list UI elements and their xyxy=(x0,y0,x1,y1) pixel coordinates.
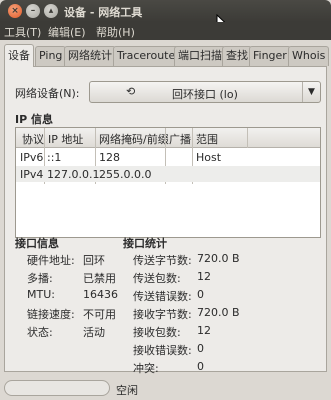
multicast-label: 多播: xyxy=(27,272,53,285)
multicast-value: 已禁用 xyxy=(83,272,116,285)
rx-packets-value: 12 xyxy=(197,324,211,337)
link-speed-value: 不可用 xyxy=(83,308,116,321)
maximize-window-button[interactable]: ▴ xyxy=(44,4,58,18)
collisions-value: 0 xyxy=(197,360,204,373)
mtu-label: MTU: xyxy=(27,288,55,301)
menu-help[interactable]: 帮助(H) xyxy=(96,24,135,40)
network-device-select[interactable]: ⟲ 回环接口 (lo) ▼ xyxy=(89,81,321,103)
tab-netstat[interactable]: 网络统计 xyxy=(64,46,116,66)
window-title: 设备 - 网络工具 xyxy=(64,6,143,19)
state-label: 状态: xyxy=(27,326,53,339)
tab-strip: 设备 Ping 网络统计 Traceroute 端口扫描 查找 Finger W… xyxy=(4,44,330,67)
rx-errors-label: 接收错误数: xyxy=(133,344,192,357)
cell-protocol: IPv4 xyxy=(20,168,44,181)
interface-stats-title: 接口统计 xyxy=(123,237,167,250)
menu-tools[interactable]: 工具(T) xyxy=(4,24,41,40)
device-panel: 网络设备(N): ⟲ 回环接口 (lo) ▼ IP 信息 协议 IP 地址 网络… xyxy=(4,66,327,375)
device-label: 网络设备(N): xyxy=(15,87,80,100)
loopback-icon: ⟲ xyxy=(126,85,136,98)
tx-errors-value: 0 xyxy=(197,288,204,301)
status-text: 空闲 xyxy=(116,384,138,397)
rx-packets-label: 接收包数: xyxy=(133,326,181,339)
cell-ip: ::1 xyxy=(47,151,62,164)
tab-finger[interactable]: Finger xyxy=(249,46,291,66)
chevron-down-icon[interactable]: ▼ xyxy=(302,82,320,102)
ip-info-table: 协议 IP 地址 网络掩码/前缀 广播 范围 IPv6 ::1 128 Host… xyxy=(15,127,321,238)
tab-whois[interactable]: Whois xyxy=(288,46,330,66)
cell-netmask: 255.0.0.0 xyxy=(99,168,152,181)
tx-bytes-label: 传送字节数: xyxy=(133,254,192,267)
minimize-window-button[interactable]: – xyxy=(26,4,40,18)
rx-errors-value: 0 xyxy=(197,342,204,355)
column-header-netmask[interactable]: 网络掩码/前缀 xyxy=(99,131,169,147)
column-header-scope[interactable]: 范围 xyxy=(196,131,218,147)
interface-info-title: 接口信息 xyxy=(15,237,59,250)
status-bar: 空闲 xyxy=(0,376,331,400)
close-window-button[interactable]: × xyxy=(8,4,22,18)
hw-address-value: 回环 xyxy=(83,254,105,267)
tx-packets-value: 12 xyxy=(197,270,211,283)
tx-packets-label: 传送包数: xyxy=(133,272,181,285)
mtu-value: 16436 xyxy=(83,288,118,301)
tab-port-scan[interactable]: 端口扫描 xyxy=(174,46,226,66)
menu-edit[interactable]: 编辑(E) xyxy=(48,24,86,40)
table-header: 协议 IP 地址 网络掩码/前缀 广播 范围 xyxy=(16,128,320,148)
column-header-ip[interactable]: IP 地址 xyxy=(48,131,83,147)
rx-bytes-value: 720.0 B xyxy=(197,306,240,319)
link-speed-label: 链接速度: xyxy=(27,308,75,321)
collisions-label: 冲突: xyxy=(133,362,159,375)
tx-errors-label: 传送错误数: xyxy=(133,290,192,303)
cell-scope: Host xyxy=(196,151,222,164)
title-bar: × – ▴ 设备 - 网络工具 xyxy=(0,0,331,22)
network-device-value: 回环接口 (lo) xyxy=(172,88,238,101)
tx-bytes-value: 720.0 B xyxy=(197,252,240,265)
tab-ping[interactable]: Ping xyxy=(35,46,67,66)
state-value: 活动 xyxy=(83,326,105,339)
menu-bar: 工具(T) 编辑(E) 帮助(H) xyxy=(0,22,331,40)
tab-traceroute[interactable]: Traceroute xyxy=(113,46,180,66)
ip-info-title: IP 信息 xyxy=(15,113,53,126)
hw-address-label: 硬件地址: xyxy=(27,254,75,267)
rx-bytes-label: 接收字节数: xyxy=(133,308,192,321)
tab-lookup[interactable]: 查找 xyxy=(222,46,252,66)
cell-protocol: IPv6 xyxy=(20,151,44,164)
cell-netmask: 128 xyxy=(99,151,120,164)
activity-progress-bar xyxy=(4,380,110,396)
column-header-broadcast[interactable]: 广播 xyxy=(169,131,191,147)
column-header-protocol[interactable]: 协议 xyxy=(22,131,44,147)
cell-ip: 127.0.0.1 xyxy=(47,168,100,181)
tab-device[interactable]: 设备 xyxy=(4,44,34,67)
